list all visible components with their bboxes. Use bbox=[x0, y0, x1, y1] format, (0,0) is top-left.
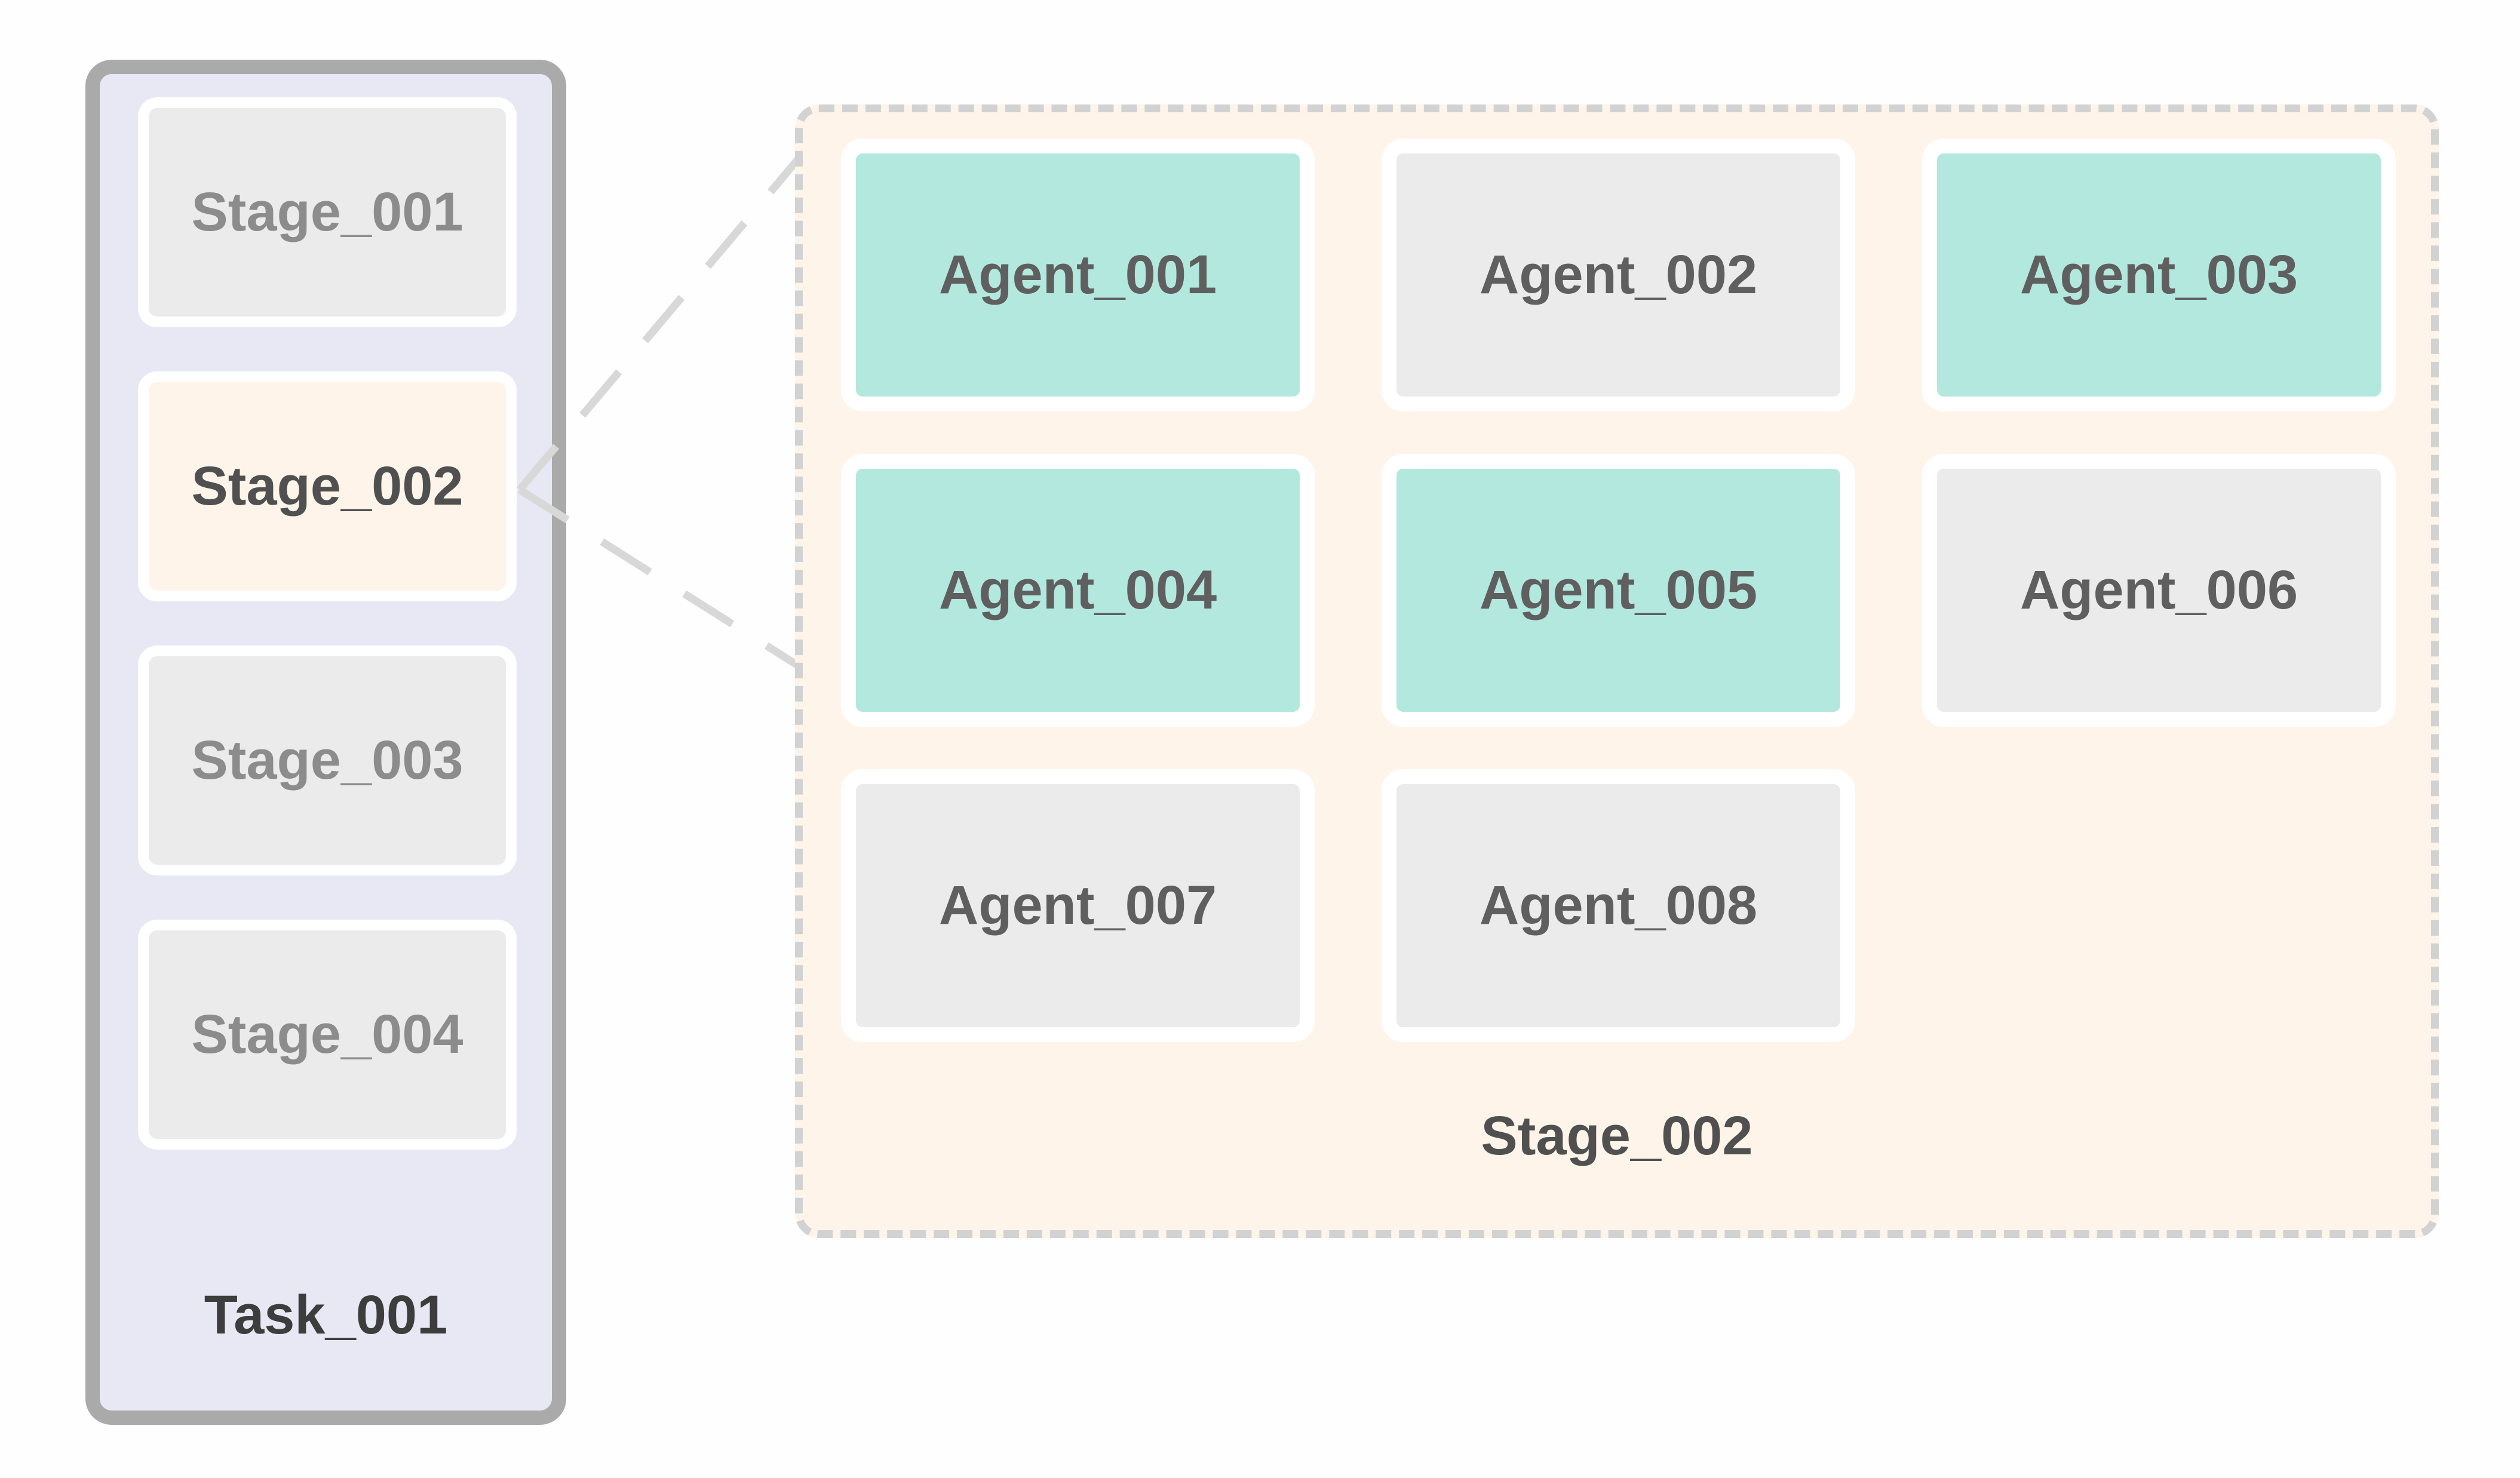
expanded-stage-label: Stage_002 bbox=[1481, 1105, 1753, 1166]
agent-card-001[interactable]: Agent_001 bbox=[841, 139, 1315, 411]
connector-line-bottom bbox=[517, 486, 803, 671]
agent-card-002[interactable]: Agent_002 bbox=[1382, 139, 1855, 411]
agent-label: Agent_008 bbox=[1479, 875, 1758, 936]
agent-card-003[interactable]: Agent_003 bbox=[1922, 139, 2396, 411]
agent-label: Agent_007 bbox=[938, 875, 1217, 936]
agent-label: Agent_001 bbox=[938, 244, 1217, 305]
agent-label: Agent_004 bbox=[938, 560, 1217, 620]
agent-label: Agent_006 bbox=[2019, 560, 2298, 620]
agent-card-004[interactable]: Agent_004 bbox=[841, 454, 1315, 727]
agent-label: Agent_002 bbox=[1479, 244, 1758, 305]
agent-card-005[interactable]: Agent_005 bbox=[1382, 454, 1855, 727]
agent-card-007[interactable]: Agent_007 bbox=[841, 769, 1315, 1042]
agent-label: Agent_003 bbox=[2019, 244, 2298, 305]
agent-card-008[interactable]: Agent_008 bbox=[1382, 769, 1855, 1042]
agent-card-006[interactable]: Agent_006 bbox=[1922, 454, 2396, 727]
connector-line-top bbox=[517, 153, 803, 493]
agent-label: Agent_005 bbox=[1479, 560, 1758, 620]
